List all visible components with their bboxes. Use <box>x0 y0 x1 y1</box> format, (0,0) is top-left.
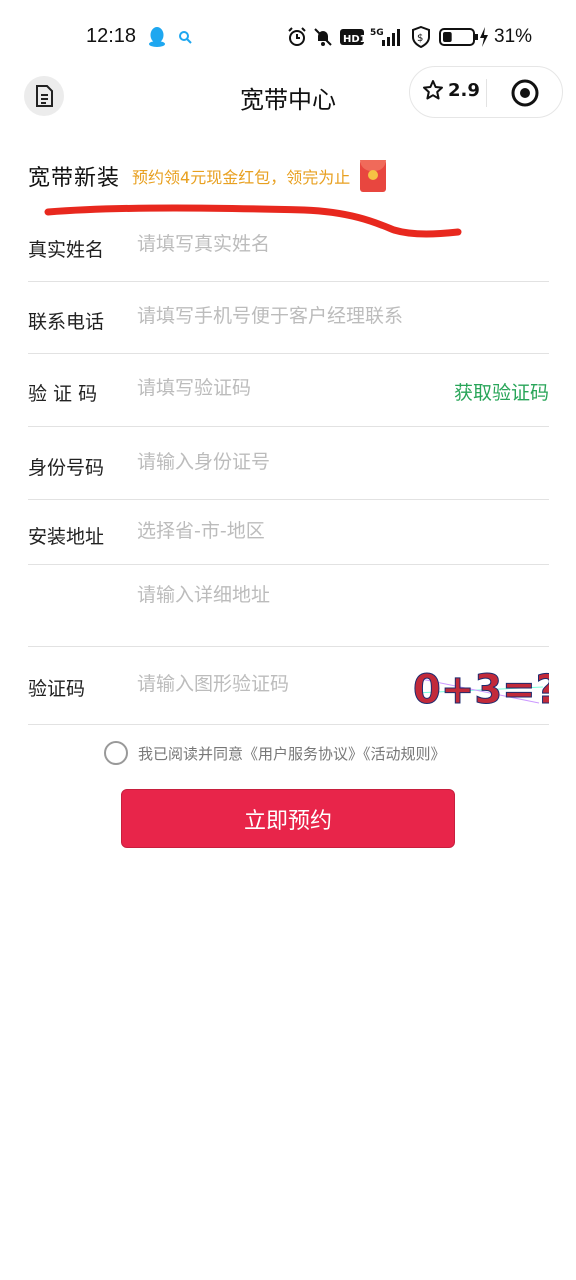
name-label: 真实姓名 <box>28 239 105 261</box>
rating-button[interactable]: 2.9 <box>422 79 480 101</box>
svg-text:HD1: HD1 <box>343 34 364 45</box>
get-code-button[interactable]: 获取验证码 <box>454 378 549 405</box>
promo-text: 预约领4元现金红包，领完为止 <box>132 168 351 187</box>
captcha-row: 验证码 0+3=? <box>28 647 549 725</box>
agreement-checkbox[interactable] <box>104 741 128 765</box>
alarm-icon <box>286 24 308 50</box>
sms-code-label: 验 证 码 <box>28 383 98 405</box>
search-icon <box>176 24 194 50</box>
phone-label: 联系电话 <box>28 311 105 333</box>
section-title: 宽带新装 <box>28 166 121 191</box>
phone-input[interactable] <box>137 305 467 327</box>
form-header: 宽带新装 预约领4元现金红包，领完为止 <box>28 160 387 192</box>
close-miniprogram-button[interactable] <box>510 78 540 108</box>
address-label: 安装地址 <box>28 526 105 548</box>
phone-row: 联系电话 <box>28 282 549 354</box>
id-number-label: 身份号码 <box>28 457 105 479</box>
region-row: 安装地址 <box>28 500 549 565</box>
captcha-input[interactable] <box>137 673 387 695</box>
battery-icon <box>438 24 490 50</box>
shield-dollar-icon: $ <box>410 24 432 50</box>
submit-button[interactable]: 立即预约 <box>121 789 455 848</box>
status-time: 12:18 <box>86 25 137 47</box>
qq-icon <box>146 24 168 50</box>
miniprogram-capsule: 2.9 <box>409 66 563 118</box>
red-packet-icon <box>360 160 387 192</box>
captcha-label: 验证码 <box>28 678 86 700</box>
rating-value: 2.9 <box>448 79 480 101</box>
id-number-row: 身份号码 <box>28 427 549 500</box>
signal-5g-icon: 5G <box>370 24 404 50</box>
title-bar: 宽带中心 2.9 <box>0 66 576 130</box>
svg-text:0+3=?: 0+3=? <box>413 667 549 711</box>
address-detail-input[interactable] <box>137 584 417 606</box>
name-input[interactable] <box>137 233 417 255</box>
name-row: 真实姓名 <box>28 212 549 282</box>
address-detail-row <box>28 565 549 647</box>
mute-bell-icon <box>312 24 334 50</box>
battery-percent: 31% <box>494 26 533 47</box>
agreement-text[interactable]: 我已阅读并同意《用户服务协议》《活动规则》 <box>138 743 446 764</box>
hd-icon: HD1 <box>339 24 365 50</box>
id-number-input[interactable] <box>137 451 417 473</box>
sms-code-row: 验 证 码 获取验证码 <box>28 354 549 427</box>
sms-code-input[interactable] <box>137 377 387 399</box>
agreement: 我已阅读并同意《用户服务协议》《活动规则》 <box>104 741 446 765</box>
svg-text:$: $ <box>417 33 423 44</box>
capsule-divider <box>486 79 487 107</box>
svg-text:5G: 5G <box>370 28 384 38</box>
captcha-image[interactable]: 0+3=? <box>411 665 550 712</box>
status-bar: 12:18 HD1 5G $ 31% <box>0 0 576 74</box>
target-icon <box>511 79 539 107</box>
star-icon <box>423 80 443 100</box>
region-select[interactable] <box>137 520 417 542</box>
